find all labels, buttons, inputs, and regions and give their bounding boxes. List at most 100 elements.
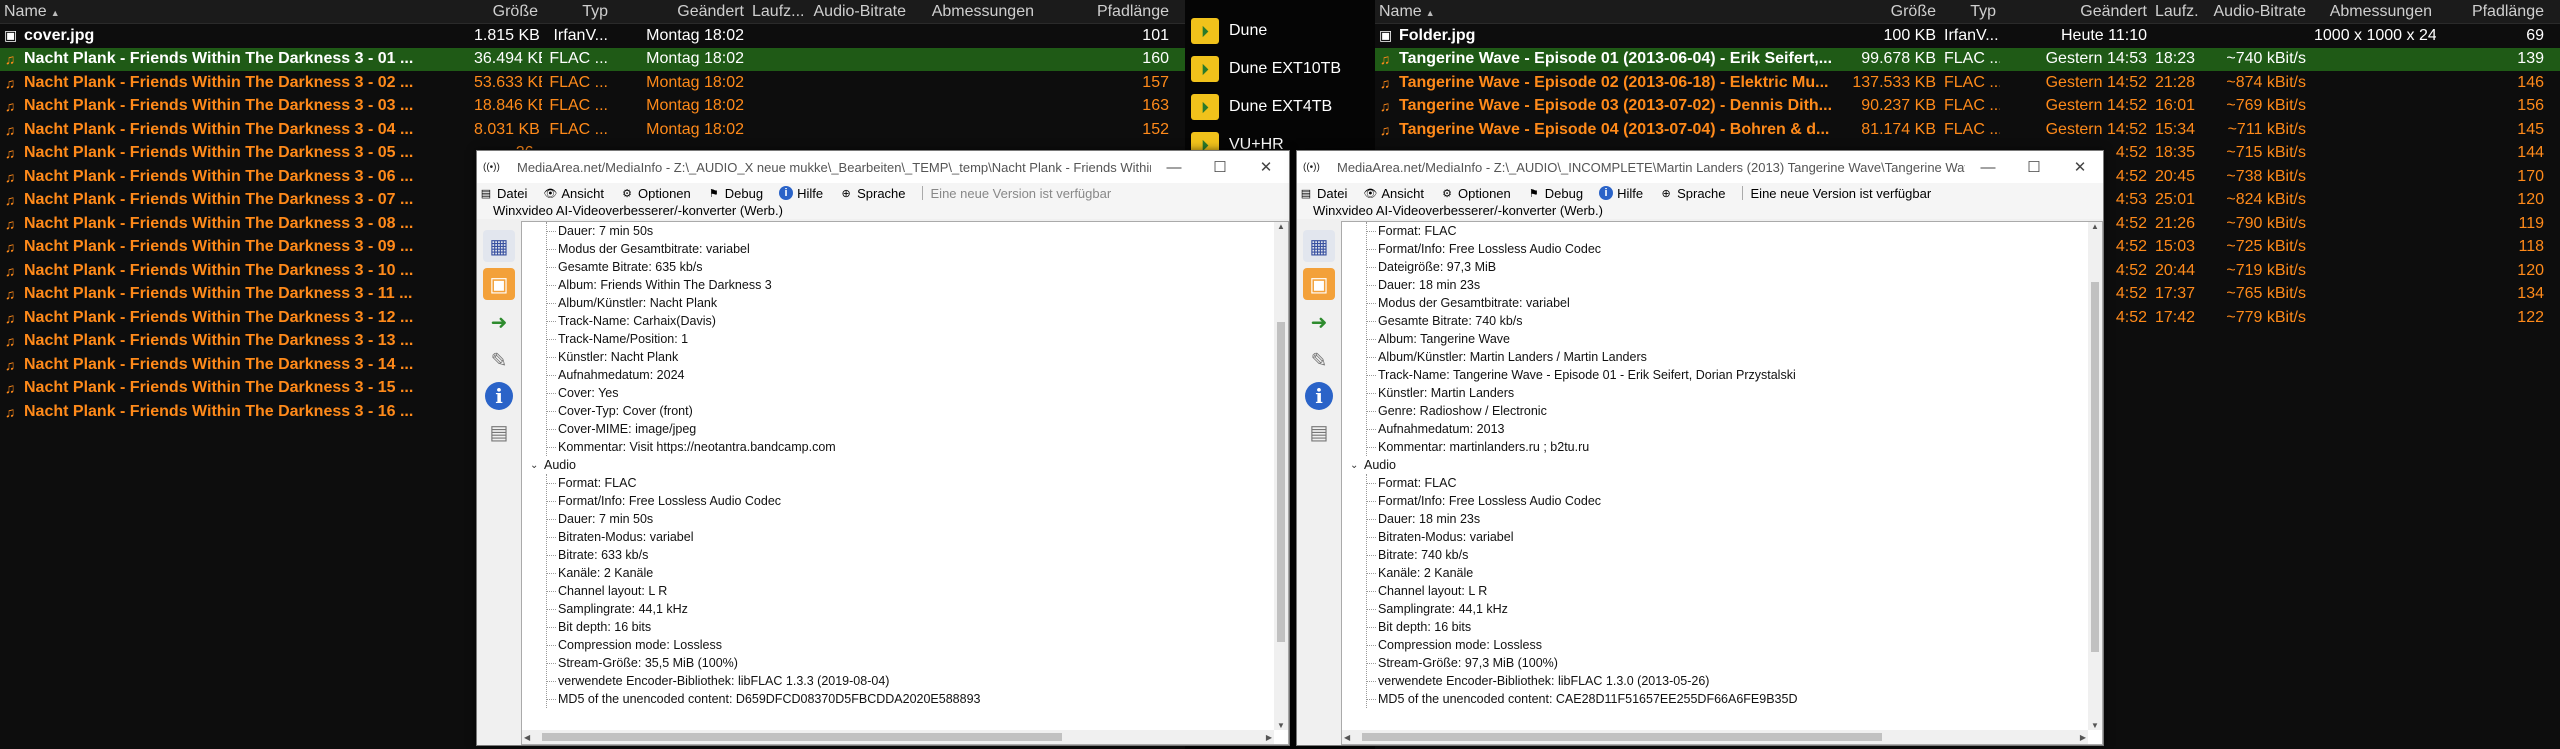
menu-label: Optionen xyxy=(1458,185,1511,201)
file-row[interactable]: ♫ Nacht Plank - Friends Within The Darkne… xyxy=(0,118,1185,142)
close-button[interactable]: ✕ xyxy=(1243,158,1289,176)
edit-icon[interactable]: ✎ xyxy=(483,344,515,376)
sheet-view-icon[interactable]: ▦ xyxy=(483,230,515,262)
info-line: Track-Name: Carhaix(Davis) xyxy=(522,312,1288,330)
minimize-button[interactable]: — xyxy=(1151,159,1197,176)
minimize-button[interactable]: — xyxy=(1965,159,2011,176)
horizontal-scrollbar[interactable]: ◀ ▶ xyxy=(522,730,1274,744)
window-titlebar[interactable]: ((•)) MediaArea.net/MediaInfo - Z:\_AUDIO… xyxy=(477,151,1289,183)
scroll-down-arrow[interactable]: ▼ xyxy=(2088,721,2102,730)
scroll-up-arrow[interactable]: ▲ xyxy=(1274,222,1288,231)
close-button[interactable]: ✕ xyxy=(2057,158,2103,176)
menu-ansicht[interactable]: 👁 Ansicht xyxy=(543,186,604,201)
file-row[interactable]: ♫ Tangerine Wave - Episode 01 (2013-06-04… xyxy=(1375,47,2560,71)
info-icon[interactable]: i xyxy=(485,382,513,410)
scroll-left-arrow[interactable]: ◀ xyxy=(1344,730,1350,744)
menu-datei[interactable]: ▤ Datei xyxy=(479,186,528,201)
file-cell-changed: Heute 11:10 xyxy=(2061,26,2147,44)
edit-icon[interactable]: ✎ xyxy=(1303,344,1335,376)
column-header[interactable]: Pfadlänge xyxy=(2436,3,2548,21)
info-line: Track-Name: Tangerine Wave - Episode 01 … xyxy=(1342,366,2102,384)
menu-optionen[interactable]: ⚙ Optionen xyxy=(620,186,691,201)
info-line: Dauer: 7 min 50s xyxy=(522,222,1288,240)
audio-section-header[interactable]: ⌄ Audio xyxy=(522,456,1288,474)
column-header[interactable]: Laufz... xyxy=(2151,3,2198,21)
file-cell-changed: Gestern 14:52 xyxy=(2045,120,2147,138)
file-row[interactable]: ▣ cover.jpg 1.815 KB IrfanV... Montag 18:02 1… xyxy=(0,24,1185,48)
vertical-scrollbar[interactable]: ▲ ▼ xyxy=(2088,222,2102,730)
column-header[interactable]: Größe xyxy=(470,3,542,21)
scroll-thumb-h[interactable] xyxy=(542,733,1062,741)
file-row[interactable]: ♫ Tangerine Wave - Episode 04 (2013-07-04… xyxy=(1375,118,2560,142)
column-header[interactable]: Abmessungen xyxy=(910,3,1038,21)
column-header[interactable]: Größe xyxy=(1845,3,1940,21)
file-row[interactable]: ♫ Nacht Plank - Friends Within The Darkne… xyxy=(0,95,1185,119)
menu-debug[interactable]: ⚑ Debug xyxy=(707,186,763,201)
scroll-thumb[interactable] xyxy=(2091,282,2099,652)
menu-hilfe[interactable]: i Hilfe xyxy=(779,186,823,201)
column-header[interactable]: Typ xyxy=(542,3,612,21)
maximize-button[interactable]: ☐ xyxy=(2011,158,2057,176)
maximize-button[interactable]: ☐ xyxy=(1197,158,1243,176)
ad-link[interactable]: Winxvideo AI-Videoverbesserer/-konverter… xyxy=(477,203,1289,219)
menu-separator xyxy=(921,186,923,200)
info-icon[interactable]: i xyxy=(1305,382,1333,410)
menu-ansicht[interactable]: 👁 Ansicht xyxy=(1363,186,1424,201)
info-line: Dauer: 7 min 50s xyxy=(522,510,1288,528)
folder-view-icon[interactable]: ▤ xyxy=(483,416,515,448)
info-line: MD5 of the unencoded content: D659DFCD08… xyxy=(522,690,1288,708)
audio-section-header[interactable]: ⌄ Audio xyxy=(1342,456,2102,474)
column-header[interactable]: Laufz... xyxy=(748,3,804,21)
file-row[interactable]: ▣ Folder.jpg 100 KB IrfanV... Heute 11:10 100… xyxy=(1375,24,2560,48)
ad-link[interactable]: Winxvideo AI-Videoverbesserer/-konverter… xyxy=(1297,203,2103,219)
column-header[interactable]: Geändert xyxy=(2000,3,2151,21)
file-row[interactable]: ♫ Tangerine Wave - Episode 03 (2013-07-02… xyxy=(1375,95,2560,119)
window-titlebar[interactable]: ((•)) MediaArea.net/MediaInfo - Z:\_AUDIO… xyxy=(1297,151,2103,183)
file-cell-name: Folder.jpg xyxy=(1399,26,1476,44)
column-header[interactable]: Name ▲ xyxy=(1375,3,1845,21)
export-icon[interactable]: ➜ xyxy=(483,306,515,338)
menu-hilfe[interactable]: i Hilfe xyxy=(1599,186,1643,201)
file-row[interactable]: ♫ Nacht Plank - Friends Within The Darkne… xyxy=(0,47,1185,71)
column-header[interactable]: Audio-Bitrate xyxy=(2198,3,2310,21)
column-header[interactable]: Geändert xyxy=(612,3,748,21)
column-header[interactable]: Name ▲ xyxy=(0,3,470,21)
column-header[interactable]: Abmessungen xyxy=(2310,3,2436,21)
scroll-down-arrow[interactable]: ▼ xyxy=(1274,721,1288,730)
column-header[interactable]: Audio-Bitrate xyxy=(804,3,910,21)
file-row[interactable]: ♫ Tangerine Wave - Episode 02 (2013-06-18… xyxy=(1375,71,2560,95)
easy-view-icon[interactable]: ▣ xyxy=(1303,268,1335,300)
vertical-scrollbar[interactable]: ▲ ▼ xyxy=(1274,222,1288,730)
menu-datei[interactable]: ▤ Datei xyxy=(1299,186,1348,201)
menu-separator xyxy=(1741,186,1743,200)
new-version-notice[interactable]: Eine neue Version ist verfügbar xyxy=(1751,186,1932,201)
column-header[interactable]: Typ xyxy=(1940,3,2000,21)
menu-sprache[interactable]: ⊕ Sprache xyxy=(839,186,905,201)
info-line: Stream-Größe: 35,5 MiB (100%) xyxy=(522,654,1288,672)
menu-optionen[interactable]: ⚙ Optionen xyxy=(1440,186,1511,201)
menu-sprache[interactable]: ⊕ Sprache xyxy=(1659,186,1725,201)
drive-item[interactable]: ⏵ Dune EXT10TB xyxy=(1185,50,1375,88)
export-icon[interactable]: ➜ xyxy=(1303,306,1335,338)
easy-view-icon[interactable]: ▣ xyxy=(483,268,515,300)
column-header[interactable]: Pfadlänge xyxy=(1038,3,1173,21)
new-version-notice[interactable]: Eine neue Version ist verfügbar xyxy=(931,186,1112,201)
scroll-left-arrow[interactable]: ◀ xyxy=(524,730,530,744)
drive-item[interactable]: ⏵ Dune EXT4TB xyxy=(1185,88,1375,126)
scroll-right-arrow[interactable]: ▶ xyxy=(1266,730,1272,744)
file-row[interactable]: ♫ Nacht Plank - Friends Within The Darkne… xyxy=(0,71,1185,95)
file-cell-type: IrfanV... xyxy=(553,26,608,44)
info-line: Dauer: 18 min 23s xyxy=(1342,510,2102,528)
file-cell-path: 170 xyxy=(2517,167,2544,185)
menu-debug[interactable]: ⚑ Debug xyxy=(1527,186,1583,201)
info-line: Format/Info: Free Lossless Audio Codec xyxy=(1342,492,2102,510)
scroll-up-arrow[interactable]: ▲ xyxy=(2088,222,2102,231)
horizontal-scrollbar[interactable]: ◀ ▶ xyxy=(1342,730,2088,744)
scroll-thumb-h[interactable] xyxy=(1362,733,1882,741)
drive-item[interactable]: ⏵ Dune xyxy=(1185,12,1375,50)
scroll-right-arrow[interactable]: ▶ xyxy=(2080,730,2086,744)
sheet-view-icon[interactable]: ▦ xyxy=(1303,230,1335,262)
folder-view-icon[interactable]: ▤ xyxy=(1303,416,1335,448)
scroll-thumb[interactable] xyxy=(1277,322,1285,642)
info-line: Gesamte Bitrate: 635 kb/s xyxy=(522,258,1288,276)
